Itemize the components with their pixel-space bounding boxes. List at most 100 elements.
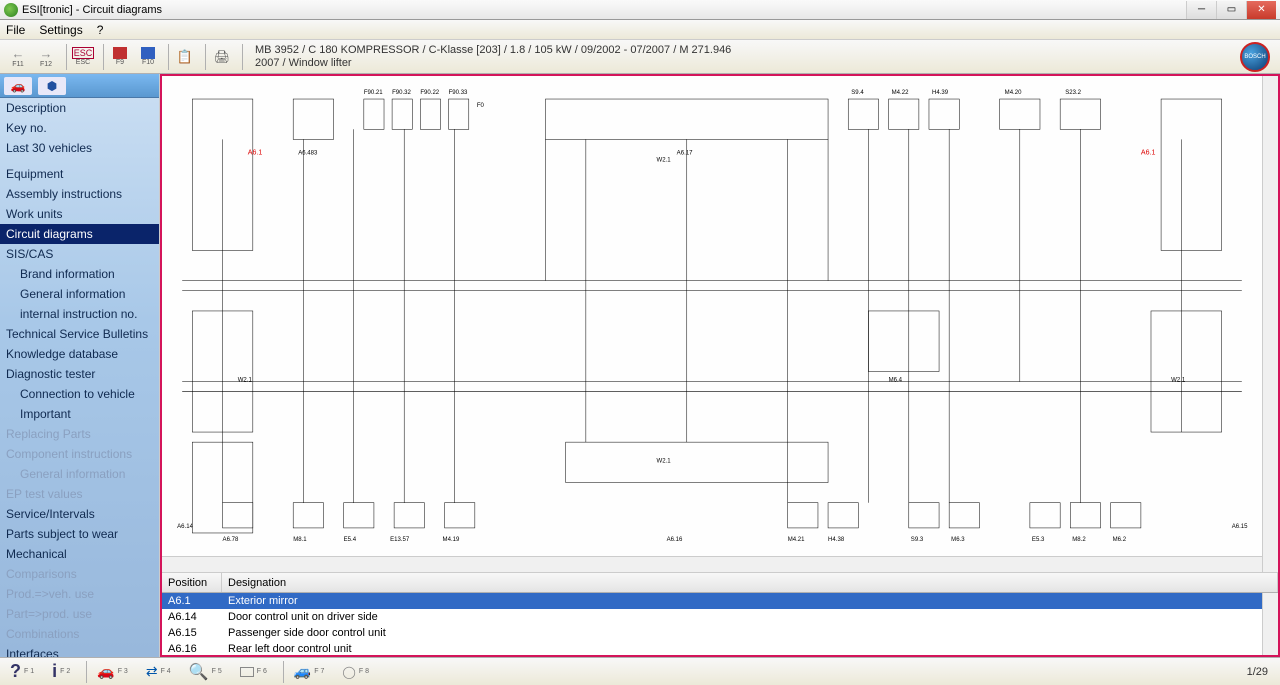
nav-item-important[interactable]: Important	[0, 404, 159, 424]
zoom-button[interactable]: 🔍F 5	[183, 660, 228, 684]
window-titlebar: ESI[tronic] - Circuit diagrams ─ ▭ ✕	[0, 0, 1280, 20]
svg-text:W2.1: W2.1	[656, 158, 671, 164]
window-title: ESI[tronic] - Circuit diagrams	[22, 4, 1186, 16]
nav-item-circuit-diagrams[interactable]: Circuit diagrams	[0, 224, 159, 244]
circuit-diagram: A6.1 A6.483 F90.21 F90.32 F90.22 F90.33 …	[162, 76, 1262, 556]
svg-text:M4.21: M4.21	[788, 537, 805, 543]
cell-position: A6.15	[162, 627, 222, 639]
nav-item-key-no[interactable]: Key no.	[0, 118, 159, 138]
nav-item-technical-service-bulletins[interactable]: Technical Service Bulletins	[0, 324, 159, 344]
nav-item-last-30-vehicles[interactable]: Last 30 vehicles	[0, 138, 159, 158]
nav-item-work-units[interactable]: Work units	[0, 204, 159, 224]
svg-text:F90.32: F90.32	[392, 90, 411, 96]
nav-item-assembly-instructions[interactable]: Assembly instructions	[0, 184, 159, 204]
svg-text:M4.22: M4.22	[892, 90, 909, 96]
nav-item-brand-information[interactable]: Brand information	[0, 264, 159, 284]
svg-text:A6.1: A6.1	[1141, 150, 1156, 157]
nav-item-connection-to-vehicle[interactable]: Connection to vehicle	[0, 384, 159, 404]
app-icon	[4, 3, 18, 17]
f7-button[interactable]: 🚙F 7	[288, 661, 331, 682]
nav-item-description[interactable]: Description	[0, 98, 159, 118]
f3-button[interactable]: 🚗F 3	[91, 661, 134, 682]
svg-text:S9.3: S9.3	[911, 537, 924, 543]
svg-text:A6.1: A6.1	[248, 150, 263, 157]
column-position[interactable]: Position	[162, 573, 222, 592]
nav-item-part-prod-use: Part=>prod. use	[0, 604, 159, 624]
svg-text:W2.1: W2.1	[1171, 378, 1186, 384]
f6-button[interactable]: F 6	[234, 665, 273, 679]
table-row[interactable]: A6.14Door control unit on driver side	[162, 609, 1278, 625]
svg-text:E5.4: E5.4	[344, 537, 357, 543]
nav-item-diagnostic-tester[interactable]: Diagnostic tester	[0, 364, 159, 384]
menu-help[interactable]: ?	[97, 23, 104, 37]
svg-text:A6.78: A6.78	[223, 537, 239, 543]
copy-button[interactable]: 📋	[173, 43, 197, 71]
svg-text:E13.57: E13.57	[390, 537, 410, 543]
svg-text:M4.20: M4.20	[1005, 90, 1022, 96]
close-button[interactable]: ✕	[1246, 1, 1276, 19]
svg-text:S23.2: S23.2	[1065, 90, 1081, 96]
svg-text:H4.38: H4.38	[828, 537, 845, 543]
help-button[interactable]: ?F 1	[4, 659, 40, 684]
nav-item-mechanical[interactable]: Mechanical	[0, 544, 159, 564]
nav-item-internal-instruction-no[interactable]: internal instruction no.	[0, 304, 159, 324]
f10-button[interactable]: F10	[136, 43, 160, 71]
cell-position: A6.16	[162, 643, 222, 655]
minimize-button[interactable]: ─	[1186, 1, 1216, 19]
cell-position: A6.14	[162, 611, 222, 623]
cell-designation: Rear left door control unit	[222, 643, 1278, 655]
nav-item-prod-veh-use: Prod.=>veh. use	[0, 584, 159, 604]
cell-designation: Exterior mirror	[222, 595, 1278, 607]
svg-text:A6.483: A6.483	[298, 151, 318, 157]
esc-button[interactable]: ESCESC	[71, 43, 95, 71]
nav-item-combinations: Combinations	[0, 624, 159, 644]
column-designation[interactable]: Designation	[222, 573, 1278, 592]
f8-button[interactable]: ◯F 8	[336, 663, 375, 681]
svg-text:A6.17: A6.17	[677, 151, 693, 157]
table-body: A6.1Exterior mirrorA6.14Door control uni…	[162, 593, 1278, 655]
nav-item-parts-subject-to-wear[interactable]: Parts subject to wear	[0, 524, 159, 544]
svg-text:F0: F0	[477, 103, 485, 109]
sidebar-tab-vehicle[interactable]: 🚗	[4, 77, 32, 95]
svg-text:F90.21: F90.21	[364, 90, 383, 96]
table-row[interactable]: A6.15Passenger side door control unit	[162, 625, 1278, 641]
svg-text:A6.16: A6.16	[667, 537, 683, 543]
diagram-scrollbar-vertical[interactable]	[1262, 76, 1278, 572]
nav-item-general-information: General information	[0, 464, 159, 484]
menu-file[interactable]: File	[6, 23, 25, 37]
nav-item-knowledge-database[interactable]: Knowledge database	[0, 344, 159, 364]
cell-designation: Door control unit on driver side	[222, 611, 1278, 623]
svg-text:W2.1: W2.1	[656, 458, 671, 464]
sidebar: 🚗 ⬢ DescriptionKey no.Last 30 vehicles Eq…	[0, 74, 160, 657]
toolbar: ←F11 →F12 ESCESC F9 F10 📋 🖨 MB 3952 / C …	[0, 40, 1280, 74]
cell-designation: Passenger side door control unit	[222, 627, 1278, 639]
print-button[interactable]: 🖨	[210, 43, 234, 71]
info-button[interactable]: iF 2	[46, 659, 76, 684]
f9-button[interactable]: F9	[108, 43, 132, 71]
table-row[interactable]: A6.16Rear left door control unit	[162, 641, 1278, 655]
svg-text:A6.14: A6.14	[177, 524, 193, 530]
diagram-scrollbar-horizontal[interactable]	[162, 556, 1262, 572]
f4-button[interactable]: ⇄F 4	[140, 661, 177, 682]
table-scrollbar-vertical[interactable]	[1262, 593, 1278, 655]
table-row[interactable]: A6.1Exterior mirror	[162, 593, 1278, 609]
nav-item-equipment[interactable]: Equipment	[0, 164, 159, 184]
circuit-diagram-viewer[interactable]: A6.1 A6.483 F90.21 F90.32 F90.22 F90.33 …	[162, 76, 1278, 573]
back-button[interactable]: ←F11	[6, 43, 30, 71]
vehicle-line2: 2007 / Window lifter	[255, 57, 1240, 70]
nav-item-sis-cas[interactable]: SIS/CAS	[0, 244, 159, 264]
menu-settings[interactable]: Settings	[39, 23, 82, 37]
forward-button[interactable]: →F12	[34, 43, 58, 71]
bosch-globe-icon[interactable]: BOSCH	[1240, 42, 1270, 72]
menu-bar: File Settings ?	[0, 20, 1280, 40]
svg-text:A6.15: A6.15	[1232, 524, 1248, 530]
sidebar-tab-component[interactable]: ⬢	[38, 77, 66, 95]
nav-item-general-information[interactable]: General information	[0, 284, 159, 304]
svg-text:E5.3: E5.3	[1032, 537, 1045, 543]
nav-item-interfaces[interactable]: Interfaces	[0, 644, 159, 657]
svg-text:F90.22: F90.22	[420, 90, 439, 96]
content-area: A6.1 A6.483 F90.21 F90.32 F90.22 F90.33 …	[160, 74, 1280, 657]
svg-text:W2.1: W2.1	[238, 378, 253, 384]
maximize-button[interactable]: ▭	[1216, 1, 1246, 19]
nav-item-service-intervals[interactable]: Service/Intervals	[0, 504, 159, 524]
